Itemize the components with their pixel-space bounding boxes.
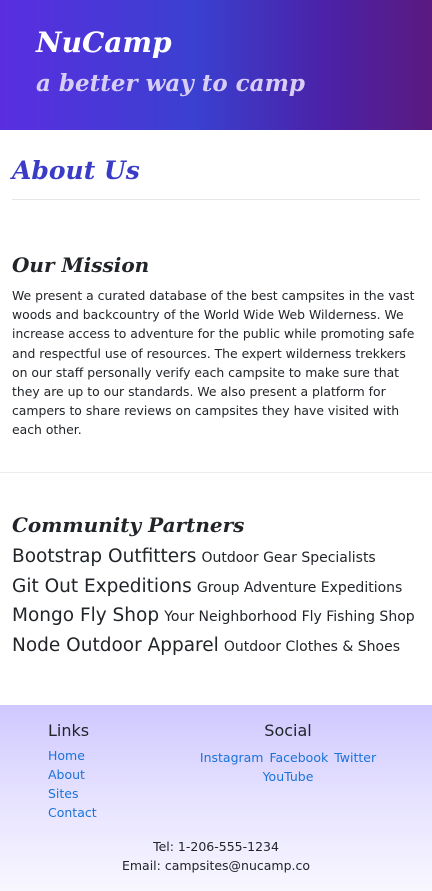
footer-link-item: Sites: [48, 786, 97, 805]
partner-name: Mongo Fly Shop: [12, 605, 160, 626]
site-tagline: a better way to camp: [36, 70, 306, 97]
contact-phone[interactable]: Tel: 1-206-555-1234: [0, 837, 432, 856]
site-brand[interactable]: NuCamp: [36, 26, 172, 59]
social-link-twitter[interactable]: Twitter: [334, 750, 376, 765]
social-link-facebook[interactable]: Facebook: [269, 750, 328, 765]
footer-link-item: About: [48, 767, 97, 786]
footer-link-contact[interactable]: Contact: [48, 805, 97, 820]
site-footer: Links Home About Sites Contact Social In…: [0, 705, 432, 891]
partner-name: Bootstrap Outfitters: [12, 546, 197, 567]
footer-link-home[interactable]: Home: [48, 748, 85, 763]
footer-links-list: Home About Sites Contact: [48, 748, 97, 824]
social-link-instagram[interactable]: Instagram: [200, 750, 264, 765]
divider: [12, 199, 420, 200]
social-link-youtube[interactable]: YouTube: [263, 769, 314, 784]
footer-link-about[interactable]: About: [48, 767, 85, 782]
partner-item: Node Outdoor Apparel Outdoor Clothes & S…: [12, 635, 432, 665]
partner-description: Outdoor Clothes & Shoes: [223, 638, 401, 655]
partner-description: Your Neighborhood Fly Fishing Shop: [164, 609, 415, 625]
section-divider: [0, 472, 432, 473]
footer-link-item: Contact: [48, 805, 97, 824]
footer-link-item: Home: [48, 748, 97, 767]
partner-name: Node Outdoor Apparel: [12, 634, 219, 656]
partner-description: Group Adventure Expeditions: [196, 579, 403, 596]
footer-link-sites[interactable]: Sites: [48, 786, 79, 801]
partners-list: Bootstrap Outfitters Outdoor Gear Specia…: [12, 546, 432, 664]
partner-item: Bootstrap Outfitters Outdoor Gear Specia…: [12, 546, 432, 576]
partner-item: Mongo Fly Shop Your Neighborhood Fly Fis…: [12, 605, 432, 635]
page-title: About Us: [12, 156, 140, 185]
partners-heading: Community Partners: [12, 513, 245, 537]
partner-description: Outdoor Gear Specialists: [201, 550, 376, 566]
contact-email[interactable]: Email: campsites@nucamp.co: [0, 856, 432, 875]
partner-item: Git Out Expeditions Group Adventure Expe…: [12, 576, 432, 606]
footer-social-heading: Social: [264, 721, 312, 740]
partner-name: Git Out Expeditions: [12, 575, 192, 597]
footer-contact: Tel: 1-206-555-1234 Email: campsites@nuc…: [0, 837, 432, 875]
site-header: NuCamp a better way to camp: [0, 0, 432, 130]
footer-social-links: Instagram Facebook Twitter YouTube: [196, 748, 380, 786]
mission-heading: Our Mission: [12, 253, 150, 277]
mission-text: We present a curated database of the bes…: [12, 288, 415, 438]
